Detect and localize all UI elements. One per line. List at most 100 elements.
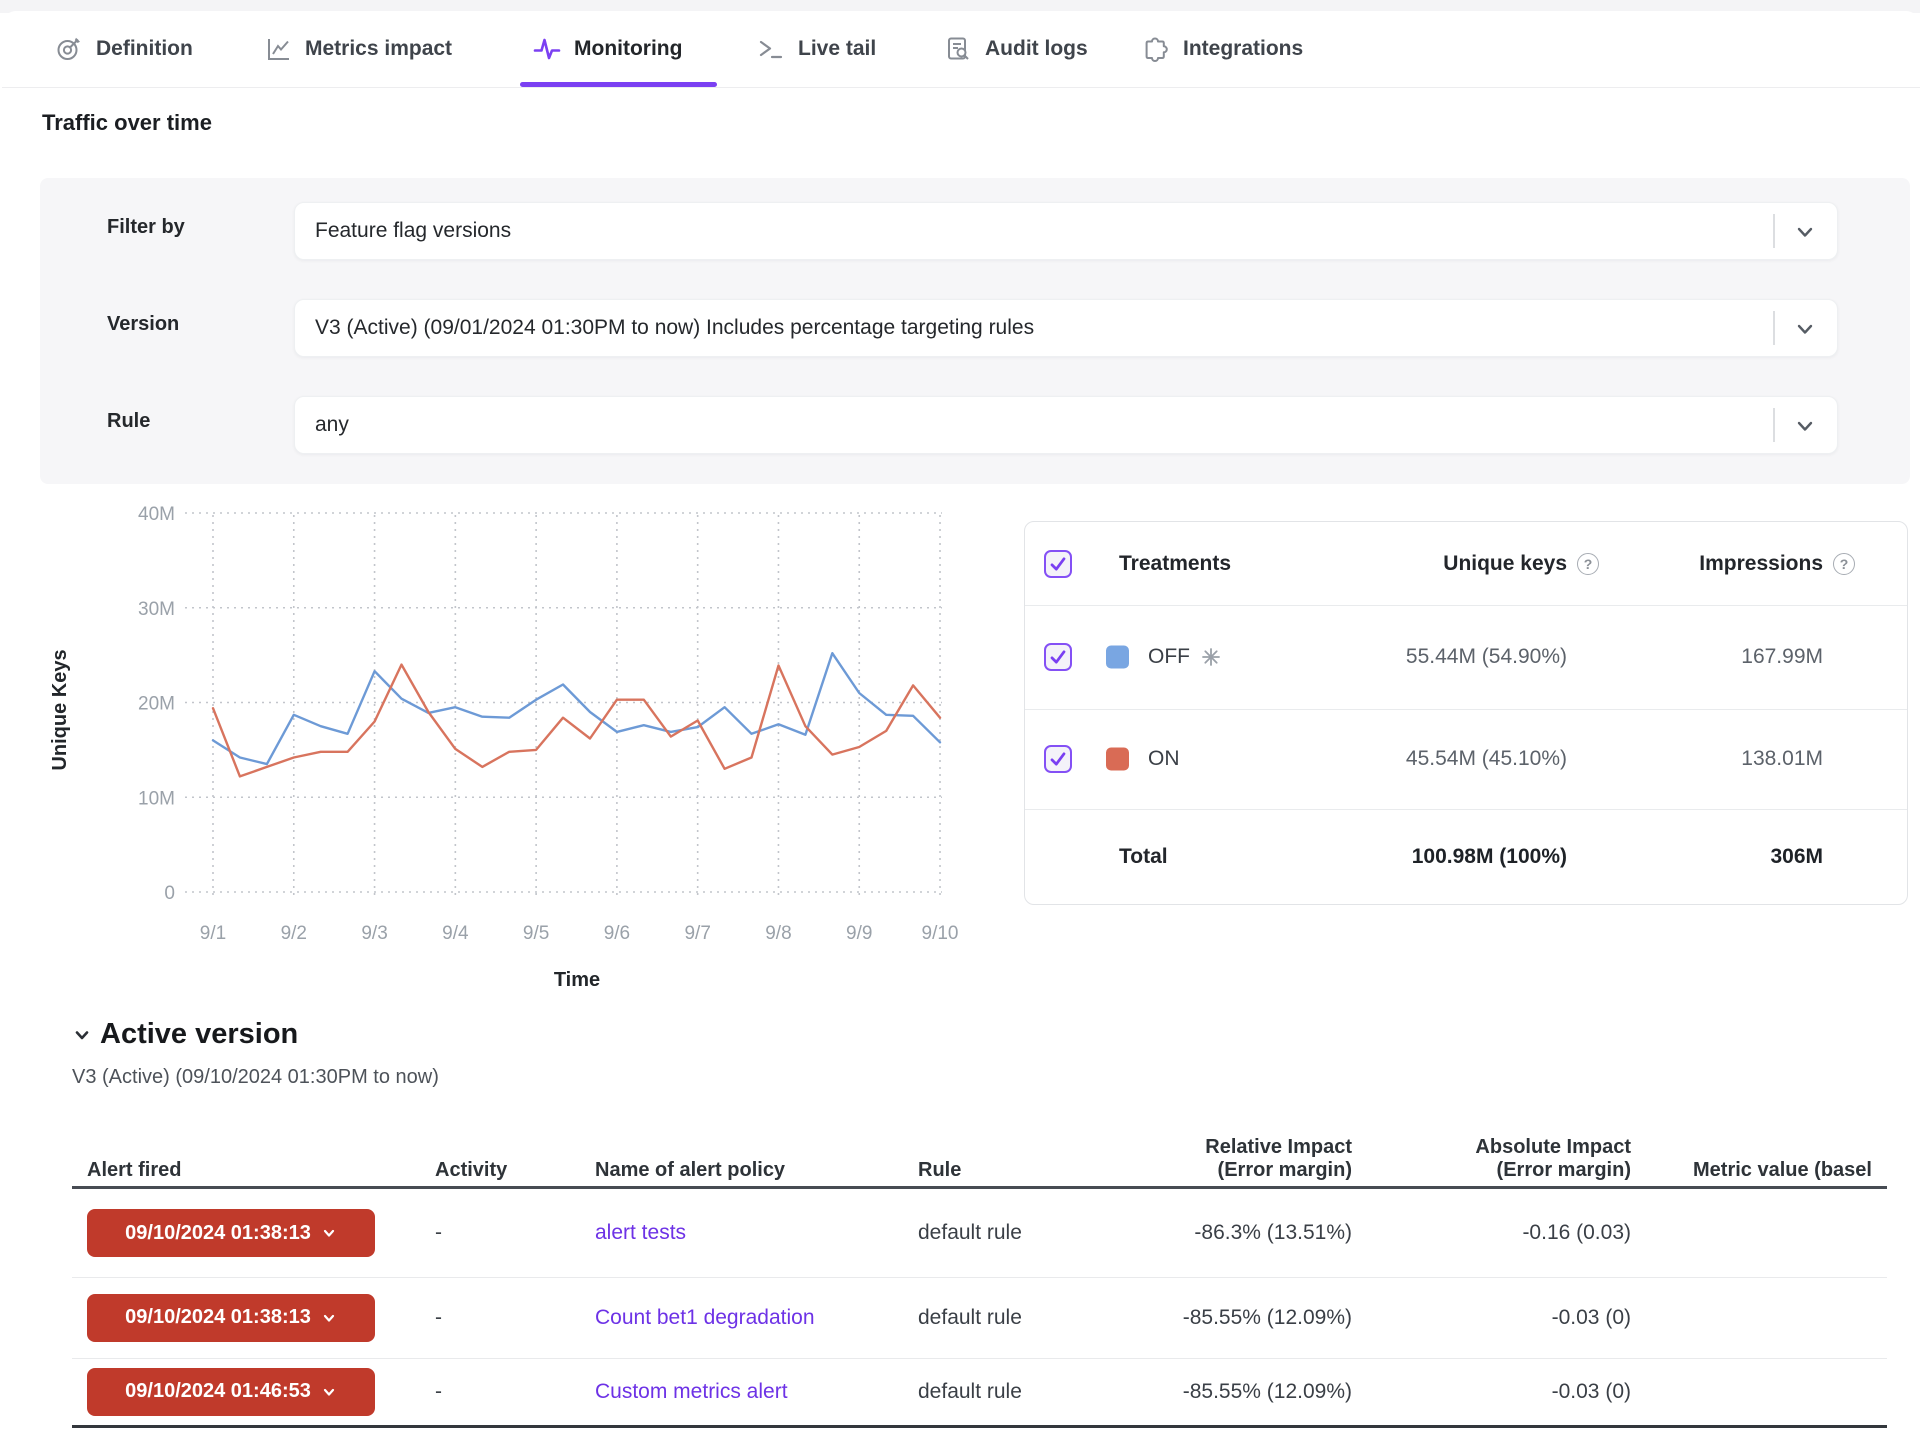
treatments-header-row: Treatments Unique keys Impressions [1025, 522, 1907, 605]
tab-label: Live tail [798, 37, 876, 61]
tab-definition[interactable]: Definition [55, 11, 193, 87]
y-tick-label: 40M [138, 505, 175, 525]
monitoring-page: Definition Metrics impact Monitoring Liv… [0, 0, 1920, 1431]
total-unique-keys: 100.98M (100%) [1325, 845, 1567, 869]
unique-keys-value: 55.44M (54.90%) [1325, 645, 1567, 669]
treatment-row-off: OFF 55.44M (54.90%) 167.99M [1025, 605, 1907, 709]
relative-impact-cell: -86.3% (13.51%) [1072, 1221, 1352, 1245]
tab-monitoring[interactable]: Monitoring [533, 11, 682, 87]
audit-document-icon [944, 35, 972, 63]
alert-policy-link[interactable]: alert tests [595, 1221, 686, 1245]
tab-label: Integrations [1183, 37, 1303, 61]
alert-fired-button[interactable]: 09/10/2024 01:38:13 [87, 1209, 375, 1257]
tab-live-tail[interactable]: Live tail [757, 11, 876, 87]
alert-policy-link[interactable]: Custom metrics alert [595, 1380, 788, 1404]
metric-value-cell: 0.19 ( [1693, 1221, 1890, 1245]
default-treatment-icon [1201, 647, 1221, 667]
traffic-chart-svg: 010M20M30M40M9/19/29/39/49/59/69/79/89/9… [40, 505, 990, 1005]
activity-cell: - [435, 1306, 442, 1330]
tab-metrics-impact[interactable]: Metrics impact [264, 11, 452, 87]
treatments-column-header: Treatments [1119, 552, 1231, 576]
page-title: Traffic over time [42, 110, 212, 136]
absolute-impact-cell: -0.03 (0) [1422, 1306, 1631, 1330]
total-impressions: 306M [1585, 845, 1823, 869]
activity-cell: - [435, 1221, 442, 1245]
header-line: (Error margin) [1497, 1159, 1631, 1182]
col-header-rule: Rule [918, 1110, 961, 1182]
version-value: V3 (Active) (09/01/2024 01:30PM to now) … [315, 300, 1034, 356]
definition-target-icon [55, 35, 83, 63]
select-divider [1773, 408, 1775, 442]
select-all-checkbox[interactable] [1044, 550, 1072, 578]
x-tick-label: 9/5 [523, 923, 549, 944]
tab-label: Definition [96, 37, 193, 61]
metric-value-cell: 0.03 ( [1693, 1306, 1890, 1330]
x-axis-title: Time [554, 969, 600, 991]
tab-label: Monitoring [574, 37, 682, 61]
active-version-subtitle: V3 (Active) (09/10/2024 01:30PM to now) [72, 1066, 439, 1089]
filter-by-select[interactable]: Feature flag versions [294, 202, 1838, 260]
off-color-swatch [1106, 646, 1129, 669]
treatment-name: OFF [1148, 645, 1190, 669]
rule-value: any [315, 397, 349, 453]
alert-row: 09/10/2024 01:46:53 - Custom metrics ale… [72, 1358, 1890, 1425]
alert-fired-timestamp: 09/10/2024 01:38:13 [125, 1222, 311, 1245]
help-icon[interactable] [1833, 553, 1855, 575]
x-tick-label: 9/4 [442, 923, 469, 944]
series-line-on [213, 665, 940, 777]
alert-fired-timestamp: 09/10/2024 01:46:53 [125, 1380, 311, 1403]
total-label: Total [1119, 845, 1168, 869]
relative-impact-cell: -85.55% (12.09%) [1072, 1380, 1352, 1404]
impressions-value: 138.01M [1585, 747, 1823, 771]
chevron-down-icon [321, 1225, 337, 1241]
header-line: Relative Impact [1205, 1136, 1352, 1159]
x-tick-label: 9/3 [361, 923, 387, 944]
series-line-off [213, 653, 940, 764]
treatments-panel: Treatments Unique keys Impressions OFF 5… [1024, 521, 1908, 905]
pulse-icon [533, 35, 561, 63]
on-color-swatch [1106, 748, 1129, 771]
alert-policy-link[interactable]: Count bet1 degradation [595, 1306, 815, 1330]
metrics-chart-icon [264, 35, 292, 63]
chevron-down-icon [1793, 220, 1817, 244]
rule-label: Rule [107, 410, 277, 433]
chevron-down-icon [1793, 414, 1817, 438]
y-axis-title: Unique Keys [49, 649, 71, 770]
unique-keys-value: 45.54M (45.10%) [1325, 747, 1567, 771]
alert-fired-timestamp: 09/10/2024 01:38:13 [125, 1306, 311, 1329]
impressions-value: 167.99M [1585, 645, 1823, 669]
activity-cell: - [435, 1380, 442, 1404]
alert-fired-button[interactable]: 09/10/2024 01:46:53 [87, 1368, 375, 1416]
col-header-relative-impact: Relative Impact (Error margin) [1072, 1110, 1352, 1182]
col-header-activity: Activity [435, 1110, 507, 1182]
rule-cell: default rule [918, 1380, 1022, 1404]
y-tick-label: 20M [138, 694, 175, 715]
tab-label: Metrics impact [305, 37, 452, 61]
header-line: (Error margin) [1218, 1159, 1352, 1182]
col-header-policy: Name of alert policy [595, 1110, 785, 1182]
col-header-metric-value: Metric value (basel [1693, 1110, 1872, 1182]
y-tick-label: 10M [138, 788, 175, 809]
header-line: Absolute Impact [1475, 1136, 1631, 1159]
on-checkbox[interactable] [1044, 745, 1072, 773]
filter-by-label: Filter by [107, 216, 277, 239]
rule-select[interactable]: any [294, 396, 1838, 454]
alert-fired-button[interactable]: 09/10/2024 01:38:13 [87, 1294, 375, 1342]
treatments-total-row: Total 100.98M (100%) 306M [1025, 809, 1907, 904]
alerts-table: Alert fired Activity Name of alert polic… [72, 1110, 1890, 1431]
metric-value-cell: 0.03 ( [1693, 1380, 1890, 1404]
y-tick-label: 0 [164, 883, 175, 904]
tab-audit-logs[interactable]: Audit logs [944, 11, 1088, 87]
x-tick-label: 9/9 [846, 923, 872, 944]
version-select[interactable]: V3 (Active) (09/01/2024 01:30PM to now) … [294, 299, 1838, 357]
version-label: Version [107, 313, 277, 336]
x-tick-label: 9/2 [281, 923, 307, 944]
rule-cell: default rule [918, 1306, 1022, 1330]
chevron-down-icon [321, 1384, 337, 1400]
off-checkbox[interactable] [1044, 643, 1072, 671]
col-header-alert-fired: Alert fired [87, 1110, 181, 1182]
terminal-icon [757, 35, 785, 63]
tab-integrations[interactable]: Integrations [1142, 11, 1303, 87]
active-version-header[interactable]: Active version [72, 1018, 298, 1051]
treatment-name: ON [1148, 747, 1180, 771]
